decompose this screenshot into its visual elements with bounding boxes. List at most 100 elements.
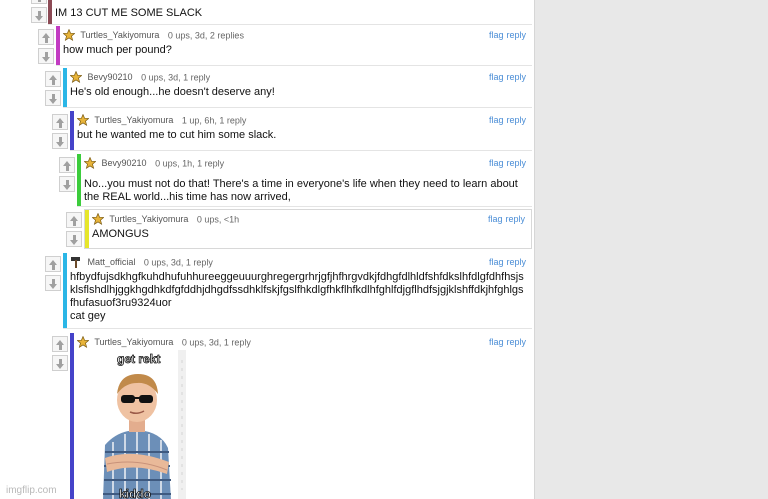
reply-link[interactable]: reply	[506, 30, 526, 40]
comment-body: Turtles_Yakiyomura 0 ups, 3d, 2 replies …	[56, 26, 532, 66]
thread-depth-bar	[63, 253, 67, 328]
comment-body: Turtles_Yakiyomura 1 up, 6h, 1 reply fla…	[70, 111, 532, 151]
upvote-arrow-icon[interactable]	[45, 256, 61, 272]
vote-controls	[45, 256, 61, 294]
reply-link[interactable]: reply	[506, 337, 526, 347]
upvote-arrow-icon[interactable]	[31, 0, 47, 4]
flag-link[interactable]: flag	[488, 214, 503, 224]
comment-stats: 0 ups, <1h	[196, 214, 240, 225]
comment-body: Matt_official 0 ups, 3d, 1 reply flag rep…	[63, 253, 532, 329]
comment-text-line: cat gey	[70, 310, 106, 322]
flag-link[interactable]: flag	[489, 158, 504, 168]
upvote-arrow-icon[interactable]	[38, 29, 54, 45]
comment-actions: flag reply	[486, 337, 526, 347]
flag-link[interactable]: flag	[489, 337, 504, 347]
site-watermark: imgflip.com	[6, 485, 57, 496]
reply-link[interactable]: reply	[506, 158, 526, 168]
comment: IM 13 CUT ME SOME SLACK	[0, 0, 534, 26]
comment-actions: flag reply	[486, 72, 526, 82]
username-link[interactable]: Bevy90210	[102, 158, 147, 168]
thread-depth-bar	[48, 0, 52, 24]
comment-meta: Turtles_Yakiyomura 0 ups, <1h flag reply	[92, 213, 525, 228]
comment-body: Turtles_Yakiyomura 0 ups, 3d, 1 reply fl…	[70, 333, 532, 499]
downvote-arrow-icon[interactable]	[45, 275, 61, 291]
vote-controls	[52, 114, 68, 152]
comment-actions: flag reply	[486, 30, 526, 40]
comment-text: No...you must not do that! There's a tim…	[84, 178, 518, 203]
vote-controls	[31, 0, 47, 26]
comment-meta: Matt_official 0 ups, 3d, 1 reply flag rep…	[70, 257, 526, 271]
comment-text: AMONGUS	[92, 228, 149, 240]
comment-stats: 0 ups, 3d, 2 replies	[167, 30, 244, 41]
flag-link[interactable]: flag	[489, 115, 504, 125]
comment-meta: Turtles_Yakiyomura 1 up, 6h, 1 reply fla…	[77, 114, 526, 129]
downvote-arrow-icon[interactable]	[66, 231, 82, 247]
comment-text: but he wanted me to cut him some slack.	[77, 129, 277, 141]
star-icon	[63, 29, 75, 41]
flag-link[interactable]: flag	[489, 72, 504, 82]
thread-depth-bar	[56, 26, 60, 65]
star-icon	[77, 114, 89, 126]
username-link[interactable]: Turtles_Yakiyomura	[80, 30, 159, 40]
upvote-arrow-icon[interactable]	[59, 157, 75, 173]
vote-controls	[52, 336, 68, 374]
thread-depth-bar	[85, 210, 89, 248]
star-icon	[92, 213, 104, 225]
reply-link[interactable]: reply	[506, 72, 526, 82]
downvote-arrow-icon[interactable]	[52, 133, 68, 149]
username-link[interactable]: Turtles_Yakiyomura	[109, 214, 188, 224]
thread-depth-bar	[70, 333, 74, 499]
downvote-arrow-icon[interactable]	[38, 48, 54, 64]
comment-stats: 1 up, 6h, 1 reply	[181, 115, 247, 126]
reply-link[interactable]: reply	[506, 115, 526, 125]
comment-text: IM 13 CUT ME SOME SLACK	[55, 7, 203, 19]
comment: Turtles_Yakiyomura 0 ups, 3d, 2 replies …	[0, 26, 534, 66]
comment-text: how much per pound?	[63, 44, 172, 56]
downvote-arrow-icon[interactable]	[52, 355, 68, 371]
star-icon	[84, 157, 96, 169]
comment-stats: 0 ups, 1h, 1 reply	[155, 158, 225, 169]
star-icon	[70, 71, 82, 83]
comment: Bevy90210 0 ups, 1h, 1 reply flag reply N…	[0, 154, 534, 207]
meme-caption-top: get rekt	[117, 352, 160, 366]
thread-depth-bar	[63, 68, 67, 107]
comment: Turtles_Yakiyomura 0 ups, <1h flag reply …	[0, 209, 534, 249]
comment-text: hfbydfujsdkhgfkuhdhufuhhureeggeuuurghreg…	[70, 271, 526, 323]
meme-caption-bottom: kiddo	[119, 487, 151, 499]
comment-stats: 0 ups, 3d, 1 reply	[181, 337, 251, 348]
username-link[interactable]: Bevy90210	[88, 72, 133, 82]
flag-link[interactable]: flag	[489, 30, 504, 40]
comment-body: Bevy90210 0 ups, 3d, 1 reply flag reply H…	[63, 68, 532, 108]
upvote-arrow-icon[interactable]	[66, 212, 82, 228]
comment: Bevy90210 0 ups, 3d, 1 reply flag reply H…	[0, 68, 534, 108]
downvote-arrow-icon[interactable]	[31, 7, 47, 23]
reply-link[interactable]: reply	[505, 214, 525, 224]
username-link[interactable]: Turtles_Yakiyomura	[94, 115, 173, 125]
flag-link[interactable]: flag	[489, 257, 504, 267]
comment-stats: 0 ups, 3d, 1 reply	[143, 257, 213, 268]
comment-meta: Bevy90210 0 ups, 1h, 1 reply flag reply	[84, 157, 526, 172]
comment: Turtles_Yakiyomura 0 ups, 3d, 1 reply fl…	[0, 333, 534, 499]
comment-meta: Bevy90210 0 ups, 3d, 1 reply flag reply	[70, 71, 526, 86]
reply-link[interactable]: reply	[506, 257, 526, 267]
downvote-arrow-icon[interactable]	[45, 90, 61, 106]
vote-controls	[45, 71, 61, 109]
hammer-icon	[71, 257, 80, 268]
star-icon	[77, 336, 89, 348]
comment-body: Turtles_Yakiyomura 0 ups, <1h flag reply …	[84, 209, 532, 249]
upvote-arrow-icon[interactable]	[45, 71, 61, 87]
upvote-arrow-icon[interactable]	[52, 114, 68, 130]
comment-meta: Turtles_Yakiyomura 0 ups, 3d, 2 replies …	[63, 29, 526, 44]
comment: Matt_official 0 ups, 3d, 1 reply flag rep…	[0, 253, 534, 329]
username-link[interactable]: Turtles_Yakiyomura	[94, 337, 173, 347]
username-link[interactable]: Matt_official	[88, 257, 136, 267]
comment-stats: 0 ups, 3d, 1 reply	[141, 72, 211, 83]
upvote-arrow-icon[interactable]	[52, 336, 68, 352]
comment-actions: flag reply	[486, 158, 526, 168]
comment-text-line: hfbydfujsdkhgfkuhdhufuhhureeggeuuurghreg…	[70, 271, 524, 309]
comment-meta: Turtles_Yakiyomura 0 ups, 3d, 1 reply fl…	[77, 336, 526, 351]
vote-controls	[59, 157, 75, 195]
thread-depth-bar	[77, 154, 81, 206]
downvote-arrow-icon[interactable]	[59, 176, 75, 192]
meme-image[interactable]: get rekt kiddo	[83, 350, 189, 499]
